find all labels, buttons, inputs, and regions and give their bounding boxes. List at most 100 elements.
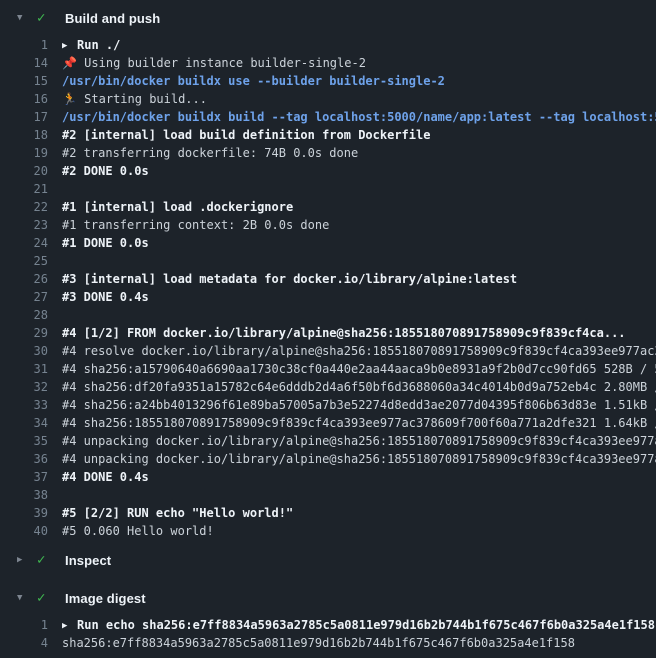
log-line: 28 [0,306,656,324]
log-text: #4 sha256:a15790640a6690aa1730c38cf0a440… [62,360,656,378]
log-text: #1 transferring context: 2B 0.0s done [62,216,656,234]
line-number[interactable]: 38 [0,486,48,504]
log-line: 33 #4 sha256:a24bb4013296f61e89ba57005a7b… [0,396,656,414]
line-number[interactable]: 39 [0,504,48,522]
log-text: ▶Run ./ [62,36,656,54]
log-text: #4 sha256:a24bb4013296f61e89ba57005a7b3e… [62,396,656,414]
log-line: 19 #2 transferring dockerfile: 74B 0.0s d… [0,144,656,162]
line-number[interactable]: 4 [0,634,48,652]
check-icon: ✓ [37,591,53,605]
log-text: sha256:e7ff8834a5963a2785c5a0811e979d16b… [62,634,656,652]
line-number[interactable]: 27 [0,288,48,306]
log-text: #3 [internal] load metadata for docker.i… [62,270,656,288]
log-text: #4 DONE 0.4s [62,468,656,486]
line-number[interactable]: 1 [0,616,48,634]
line-number[interactable]: 25 [0,252,48,270]
section-title-build-and-push: Build and push [65,11,160,26]
log-text: #2 DONE 0.0s [62,162,656,180]
line-number[interactable]: 26 [0,270,48,288]
log-line: 31 #4 sha256:a15790640a6690aa1730c38cf0a4… [0,360,656,378]
section-title-image-digest: Image digest [65,591,146,606]
log-text [62,252,656,270]
log-text: #4 [1/2] FROM docker.io/library/alpine@s… [62,324,656,342]
section-header-image-digest[interactable]: ▼ ✓ Image digest [0,580,656,616]
log-line: 16 🏃 Starting build... [0,90,656,108]
log-text: #5 [2/2] RUN echo "Hello world!" [62,504,656,522]
log-line: 26 #3 [internal] load metadata for docker… [0,270,656,288]
log-text: /usr/bin/docker buildx use --builder bui… [62,72,656,90]
chevron-down-icon: ▼ [17,594,33,603]
log-line: 27 #3 DONE 0.4s [0,288,656,306]
line-number[interactable]: 35 [0,432,48,450]
line-number[interactable]: 28 [0,306,48,324]
log-line: 36 #4 unpacking docker.io/library/alpine@… [0,450,656,468]
line-number[interactable]: 24 [0,234,48,252]
line-number[interactable]: 33 [0,396,48,414]
line-number[interactable]: 32 [0,378,48,396]
section-inspect: ▶ ✓ Inspect [0,540,656,580]
log-line: 14📌 Using builder instance builder-singl… [0,54,656,72]
line-number[interactable]: 37 [0,468,48,486]
log-line: 23 #1 transferring context: 2B 0.0s done [0,216,656,234]
log-text: #4 resolve docker.io/library/alpine@sha2… [62,342,656,360]
line-number[interactable]: 36 [0,450,48,468]
section-header-build-and-push[interactable]: ▼✓Build and push [0,0,656,36]
line-number[interactable]: 1 [0,36,48,54]
chevron-right-icon: ▶ [17,556,33,565]
log-viewer: ▼✓Build and push1▶Run ./14📌 Using builde… [0,0,656,652]
log-text: ▶Run echo sha256:e7ff8834a5963a2785c5a08… [62,616,656,634]
log-line: 32 #4 sha256:df20fa9351a15782c64e6dddb2d4… [0,378,656,396]
line-number[interactable]: 19 [0,144,48,162]
log-line: 29 #4 [1/2] FROM docker.io/library/alpine… [0,324,656,342]
log-text: #1 DONE 0.0s [62,234,656,252]
check-icon: ✓ [37,553,53,567]
log-line: 38 [0,486,656,504]
line-number[interactable]: 30 [0,342,48,360]
log-text: #4 unpacking docker.io/library/alpine@sh… [62,432,656,450]
section-image-digest: ▼ ✓ Image digest 1 ▶Run echo sha256:e7ff8834… [0,580,656,652]
line-number[interactable]: 34 [0,414,48,432]
log-text: #2 transferring dockerfile: 74B 0.0s don… [62,144,656,162]
log-text: #4 sha256:df20fa9351a15782c64e6dddb2d4a6… [62,378,656,396]
log-line: 4 sha256:e7ff8834a5963a2785c5a0811e979d16… [0,634,656,652]
line-number[interactable]: 23 [0,216,48,234]
log-line: 25 [0,252,656,270]
section-build-and-push: ▼✓Build and push1 ▶Run ./14📌 Using builde… [0,0,656,540]
log-line: 30 #4 resolve docker.io/library/alpine@sh… [0,342,656,360]
section-body-build-and-push: 1 ▶Run ./14📌 Using builder instance build… [0,36,656,540]
log-line: 1 ▶Run ./ [0,36,656,54]
line-number[interactable]: 40 [0,522,48,540]
log-line: 17/usr/bin/docker buildx build --tag loc… [0,108,656,126]
section-header-inspect[interactable]: ▶ ✓ Inspect [0,540,656,580]
log-line: 37 #4 DONE 0.4s [0,468,656,486]
log-line: 21 [0,180,656,198]
chevron-down-icon: ▼ [17,14,33,23]
line-number[interactable]: 21 [0,180,48,198]
line-number[interactable]: 15 [0,72,48,90]
log-line: 35 #4 unpacking docker.io/library/alpine@… [0,432,656,450]
line-number[interactable]: 16 [0,90,48,108]
line-number[interactable]: 14 [0,54,48,72]
log-text: /usr/bin/docker buildx build --tag local… [62,108,656,126]
log-text: #3 DONE 0.4s [62,288,656,306]
log-text: #4 unpacking docker.io/library/alpine@sh… [62,450,656,468]
run-toggle-icon[interactable]: ▶ [62,37,77,54]
line-number[interactable]: 22 [0,198,48,216]
log-line: 15/usr/bin/docker buildx use --builder b… [0,72,656,90]
line-number[interactable]: 17 [0,108,48,126]
log-line: 39 #5 [2/2] RUN echo "Hello world!" [0,504,656,522]
log-text: #2 [internal] load build definition from… [62,126,656,144]
line-number[interactable]: 31 [0,360,48,378]
log-line: 1 ▶Run echo sha256:e7ff8834a5963a2785c5a0… [0,616,656,634]
line-number[interactable]: 20 [0,162,48,180]
log-text [62,486,656,504]
line-number[interactable]: 29 [0,324,48,342]
log-text [62,180,656,198]
line-number[interactable]: 18 [0,126,48,144]
log-line: 24 #1 DONE 0.0s [0,234,656,252]
run-toggle-icon[interactable]: ▶ [62,617,77,634]
section-title-inspect: Inspect [65,553,111,568]
log-text: 🏃 Starting build... [62,90,656,108]
log-text [62,306,656,324]
log-line: 22#1 [internal] load .dockerignore [0,198,656,216]
